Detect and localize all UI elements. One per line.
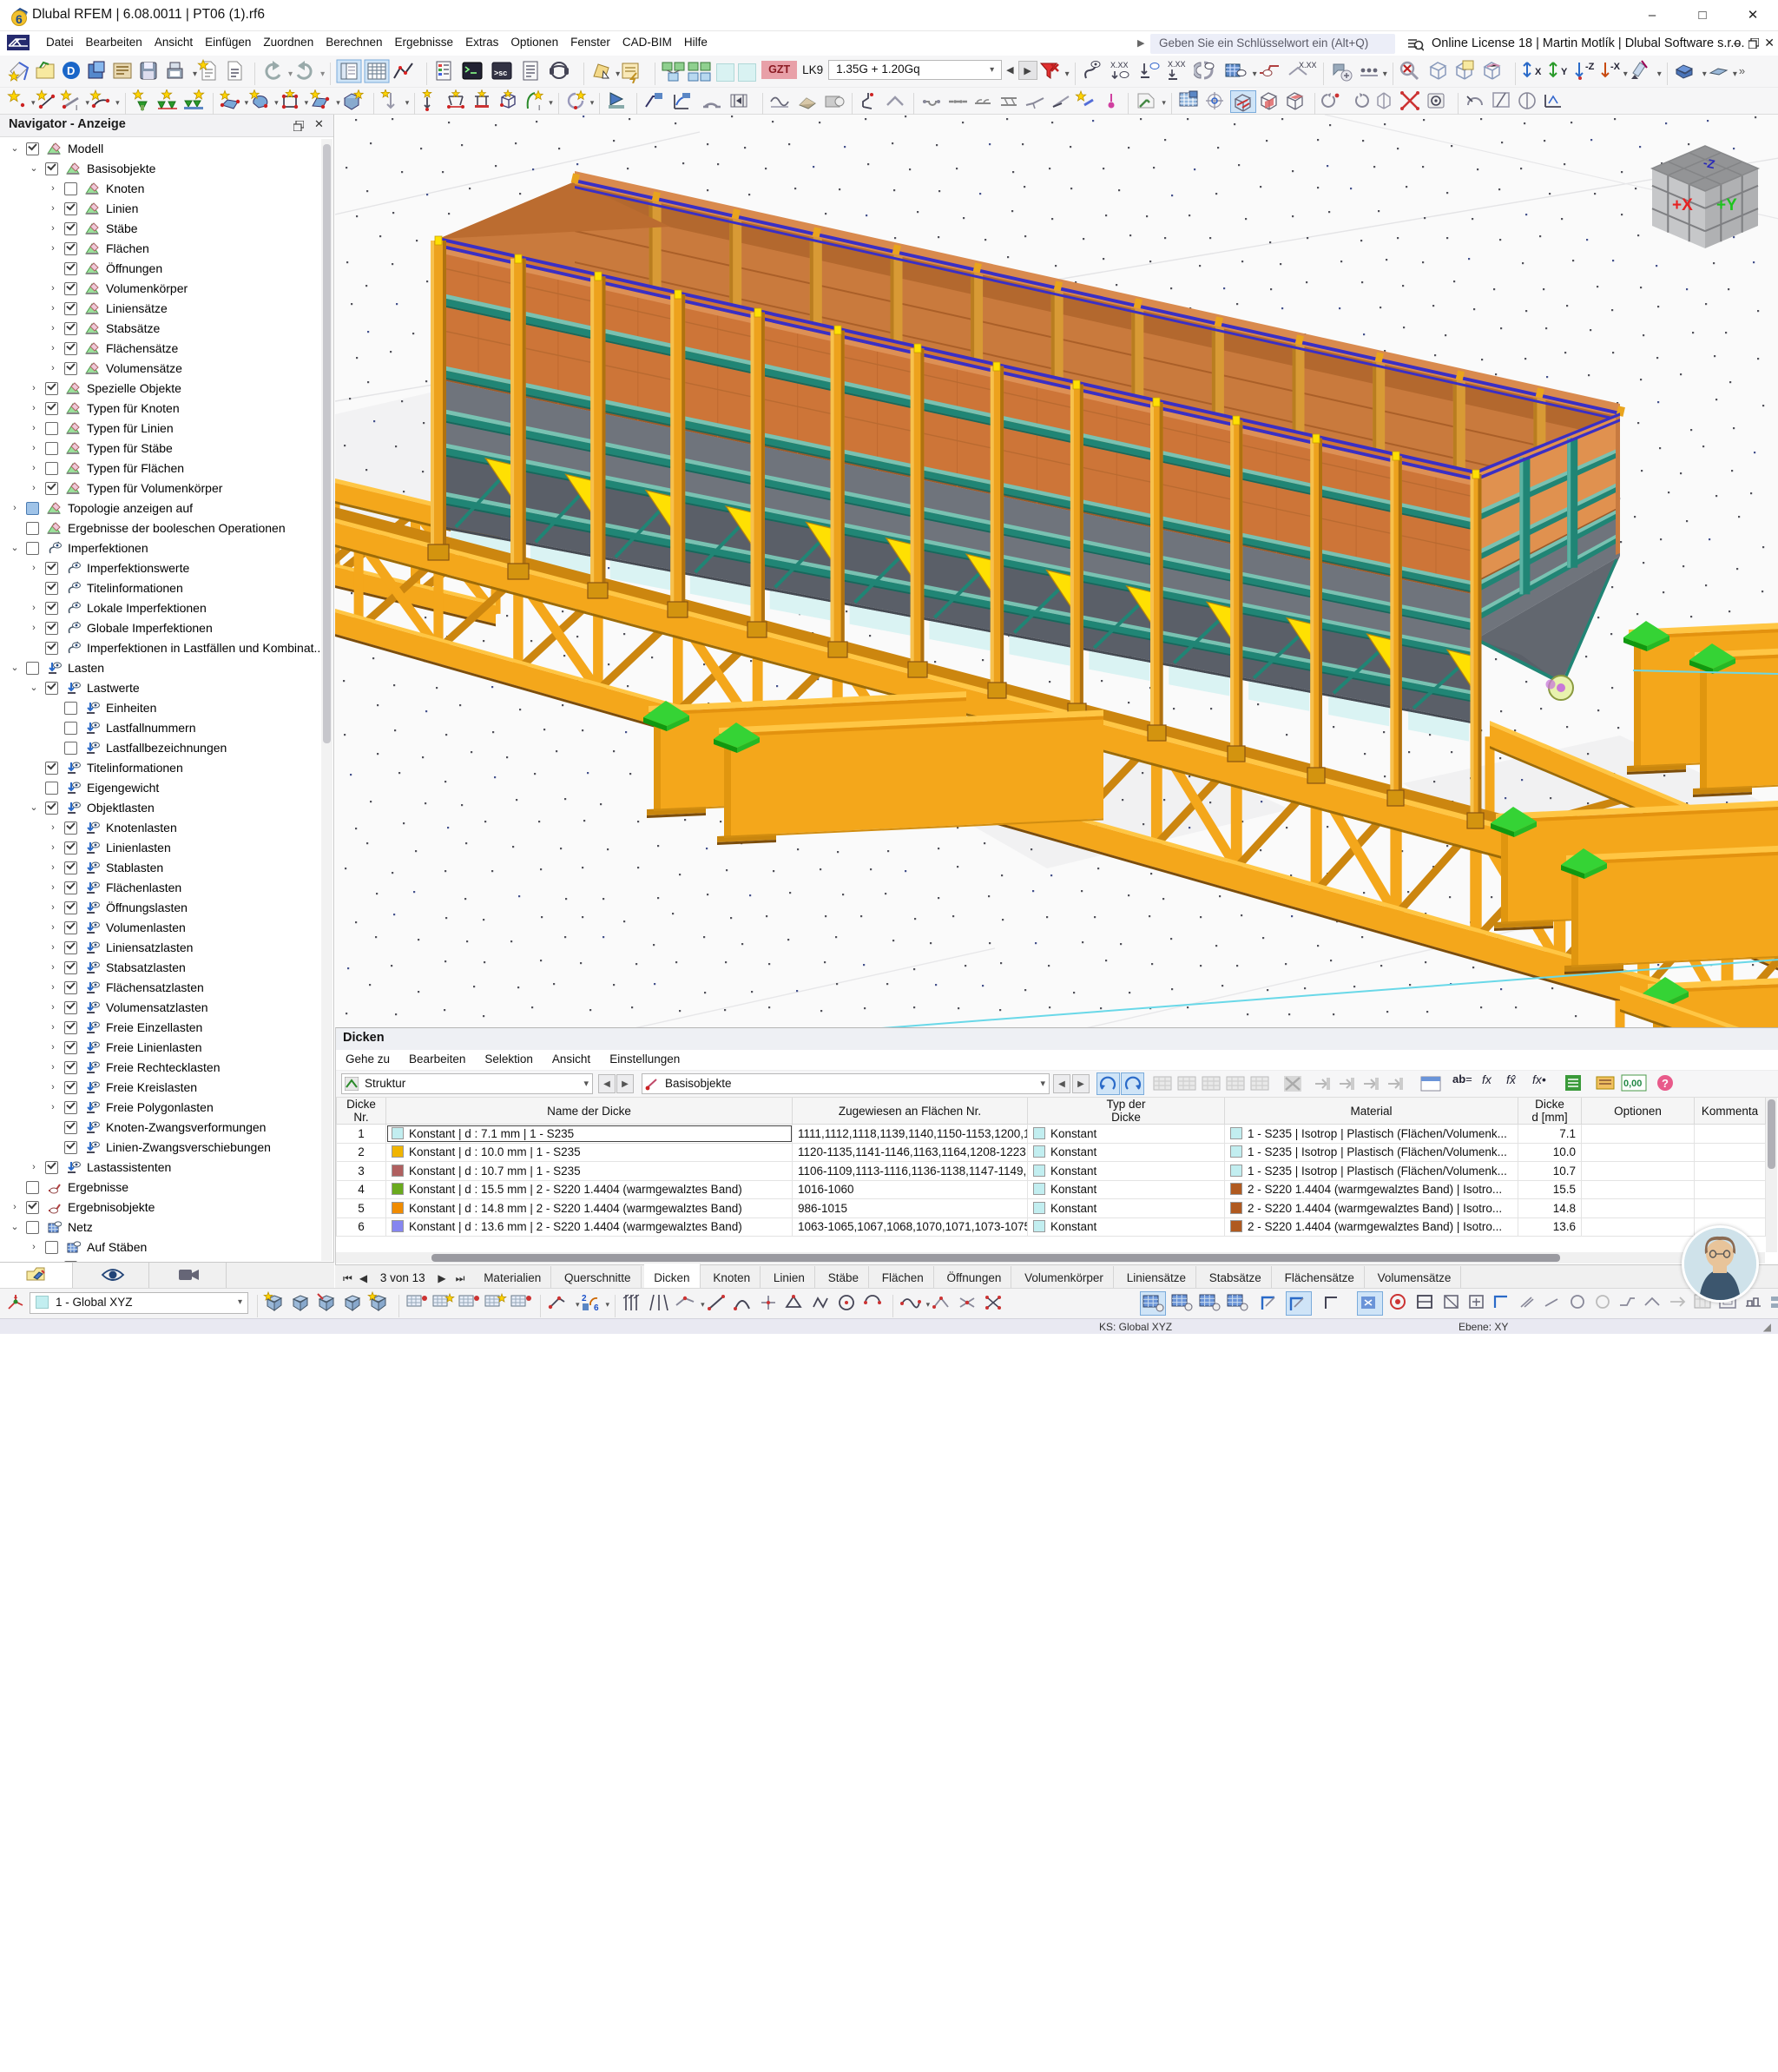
svg-text:-X: -X — [1610, 62, 1621, 72]
svg-text:?: ? — [1662, 1077, 1669, 1090]
svg-text:+Y: +Y — [1716, 196, 1737, 214]
svg-text:I: I — [538, 104, 540, 112]
svg-text:+X: +X — [1672, 196, 1693, 214]
svg-text:X.XX: X.XX — [1110, 61, 1129, 69]
svg-text:>sc: >sc — [494, 69, 507, 77]
svg-text:X.XX: X.XX — [1168, 60, 1186, 69]
svg-text:6: 6 — [16, 12, 23, 26]
svg-text:0,00: 0,00 — [1623, 1079, 1642, 1089]
svg-text:2: 2 — [582, 1294, 587, 1303]
svg-text:X.XX: X.XX — [1299, 61, 1317, 69]
svg-text:I: I — [76, 104, 77, 112]
svg-text:D: D — [67, 64, 75, 77]
svg-text:X: X — [1535, 67, 1542, 77]
svg-text:6: 6 — [594, 1303, 599, 1313]
svg-text:-Z: -Z — [1585, 62, 1595, 72]
svg-text:Y: Y — [1561, 67, 1568, 77]
